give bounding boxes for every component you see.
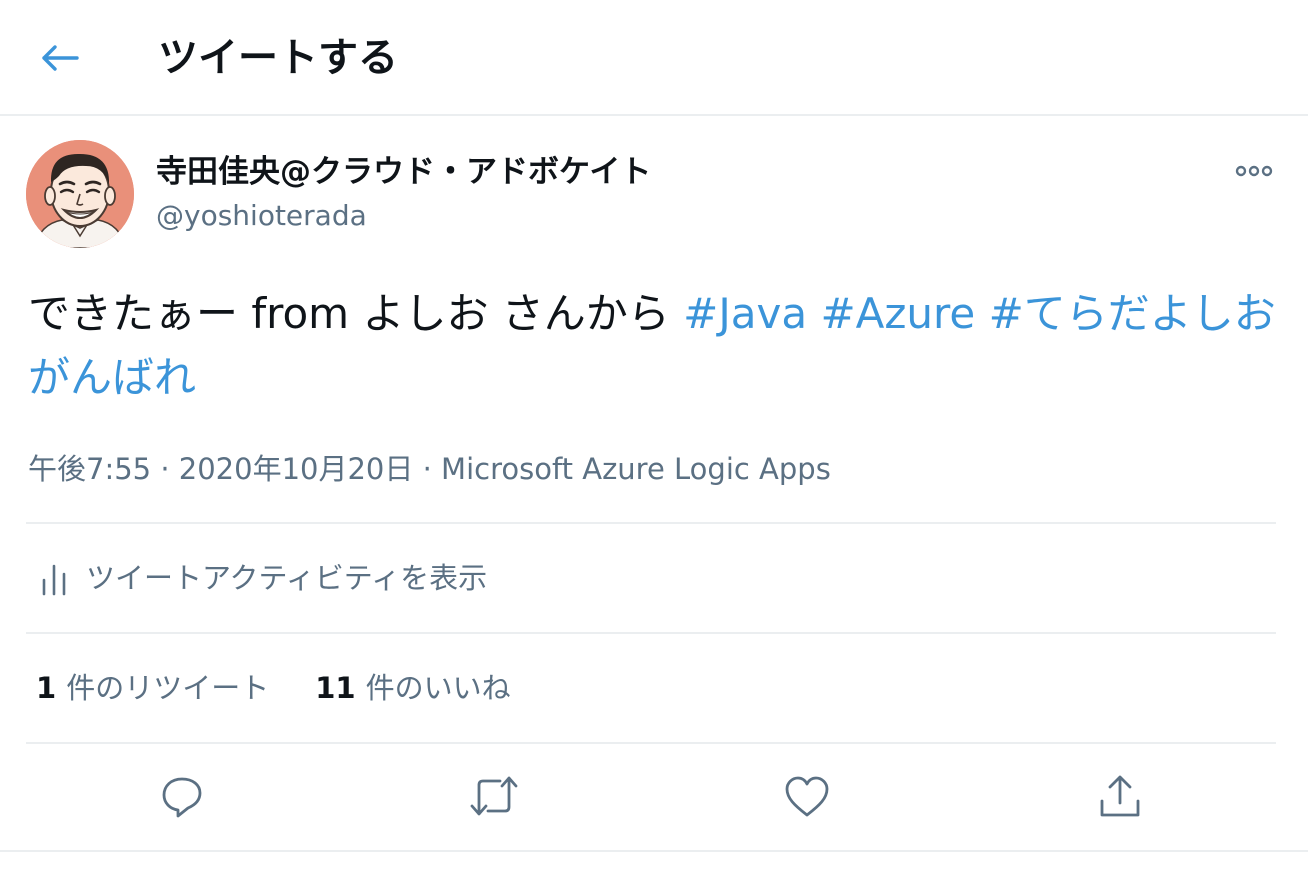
hashtag-link-java[interactable]: #Java	[683, 289, 807, 338]
retweets-label: 件のリツイート	[66, 671, 270, 705]
engagement-stats: 1 件のリツイート 11 件のいいね	[26, 634, 1276, 742]
meta-separator: ·	[422, 452, 432, 486]
retweets-count: 1	[36, 671, 57, 705]
tweet-actions-bar	[26, 744, 1276, 850]
reply-icon	[160, 774, 204, 822]
bar-chart-icon	[32, 556, 76, 600]
back-button[interactable]	[30, 36, 88, 84]
view-tweet-activity-link[interactable]: ツイートアクティビティを表示	[26, 524, 1276, 632]
likes-stat[interactable]: 11 件のいいね	[315, 668, 510, 708]
arrow-left-icon	[39, 42, 79, 78]
more-horizontal-icon	[1235, 162, 1273, 181]
avatar[interactable]	[26, 140, 134, 248]
avatar-portrait	[26, 140, 134, 248]
retweet-button[interactable]	[468, 772, 520, 824]
hashtag-link-azure[interactable]: #Azure	[820, 289, 975, 338]
tweet-source[interactable]: Microsoft Azure Logic Apps	[441, 452, 831, 486]
share-icon	[1098, 773, 1142, 823]
author-handle[interactable]: @yoshioterada	[156, 196, 367, 236]
tweet-text: できたぁー from よしお さんから #Java #Azure #てらだよしお…	[28, 282, 1280, 410]
author-display-name[interactable]: 寺田佳央@クラウド・アドボケイト	[156, 150, 651, 194]
likes-label: 件のいいね	[365, 671, 511, 705]
tweet-date[interactable]: 2020年10月20日	[179, 452, 414, 486]
bottom-divider	[0, 850, 1308, 852]
top-bar: ツイートする	[0, 0, 1308, 116]
tweet-time[interactable]: 午後7:55	[28, 452, 151, 486]
more-options-button[interactable]	[1232, 156, 1276, 186]
tweet-meta: 午後7:55 · 2020年10月20日 · Microsoft Azure L…	[28, 448, 831, 490]
like-button[interactable]	[781, 772, 833, 824]
likes-count: 11	[315, 671, 356, 705]
meta-separator: ·	[160, 452, 170, 486]
retweet-icon	[468, 774, 520, 822]
reply-button[interactable]	[156, 772, 208, 824]
tweet-activity-label: ツイートアクティビティを表示	[86, 561, 488, 595]
retweets-stat[interactable]: 1 件のリツイート	[36, 668, 269, 708]
page-title: ツイートする	[158, 35, 398, 81]
heart-icon	[784, 775, 830, 821]
share-button[interactable]	[1094, 772, 1146, 824]
tweet-body-text: できたぁー from よしお さんから	[28, 289, 684, 338]
